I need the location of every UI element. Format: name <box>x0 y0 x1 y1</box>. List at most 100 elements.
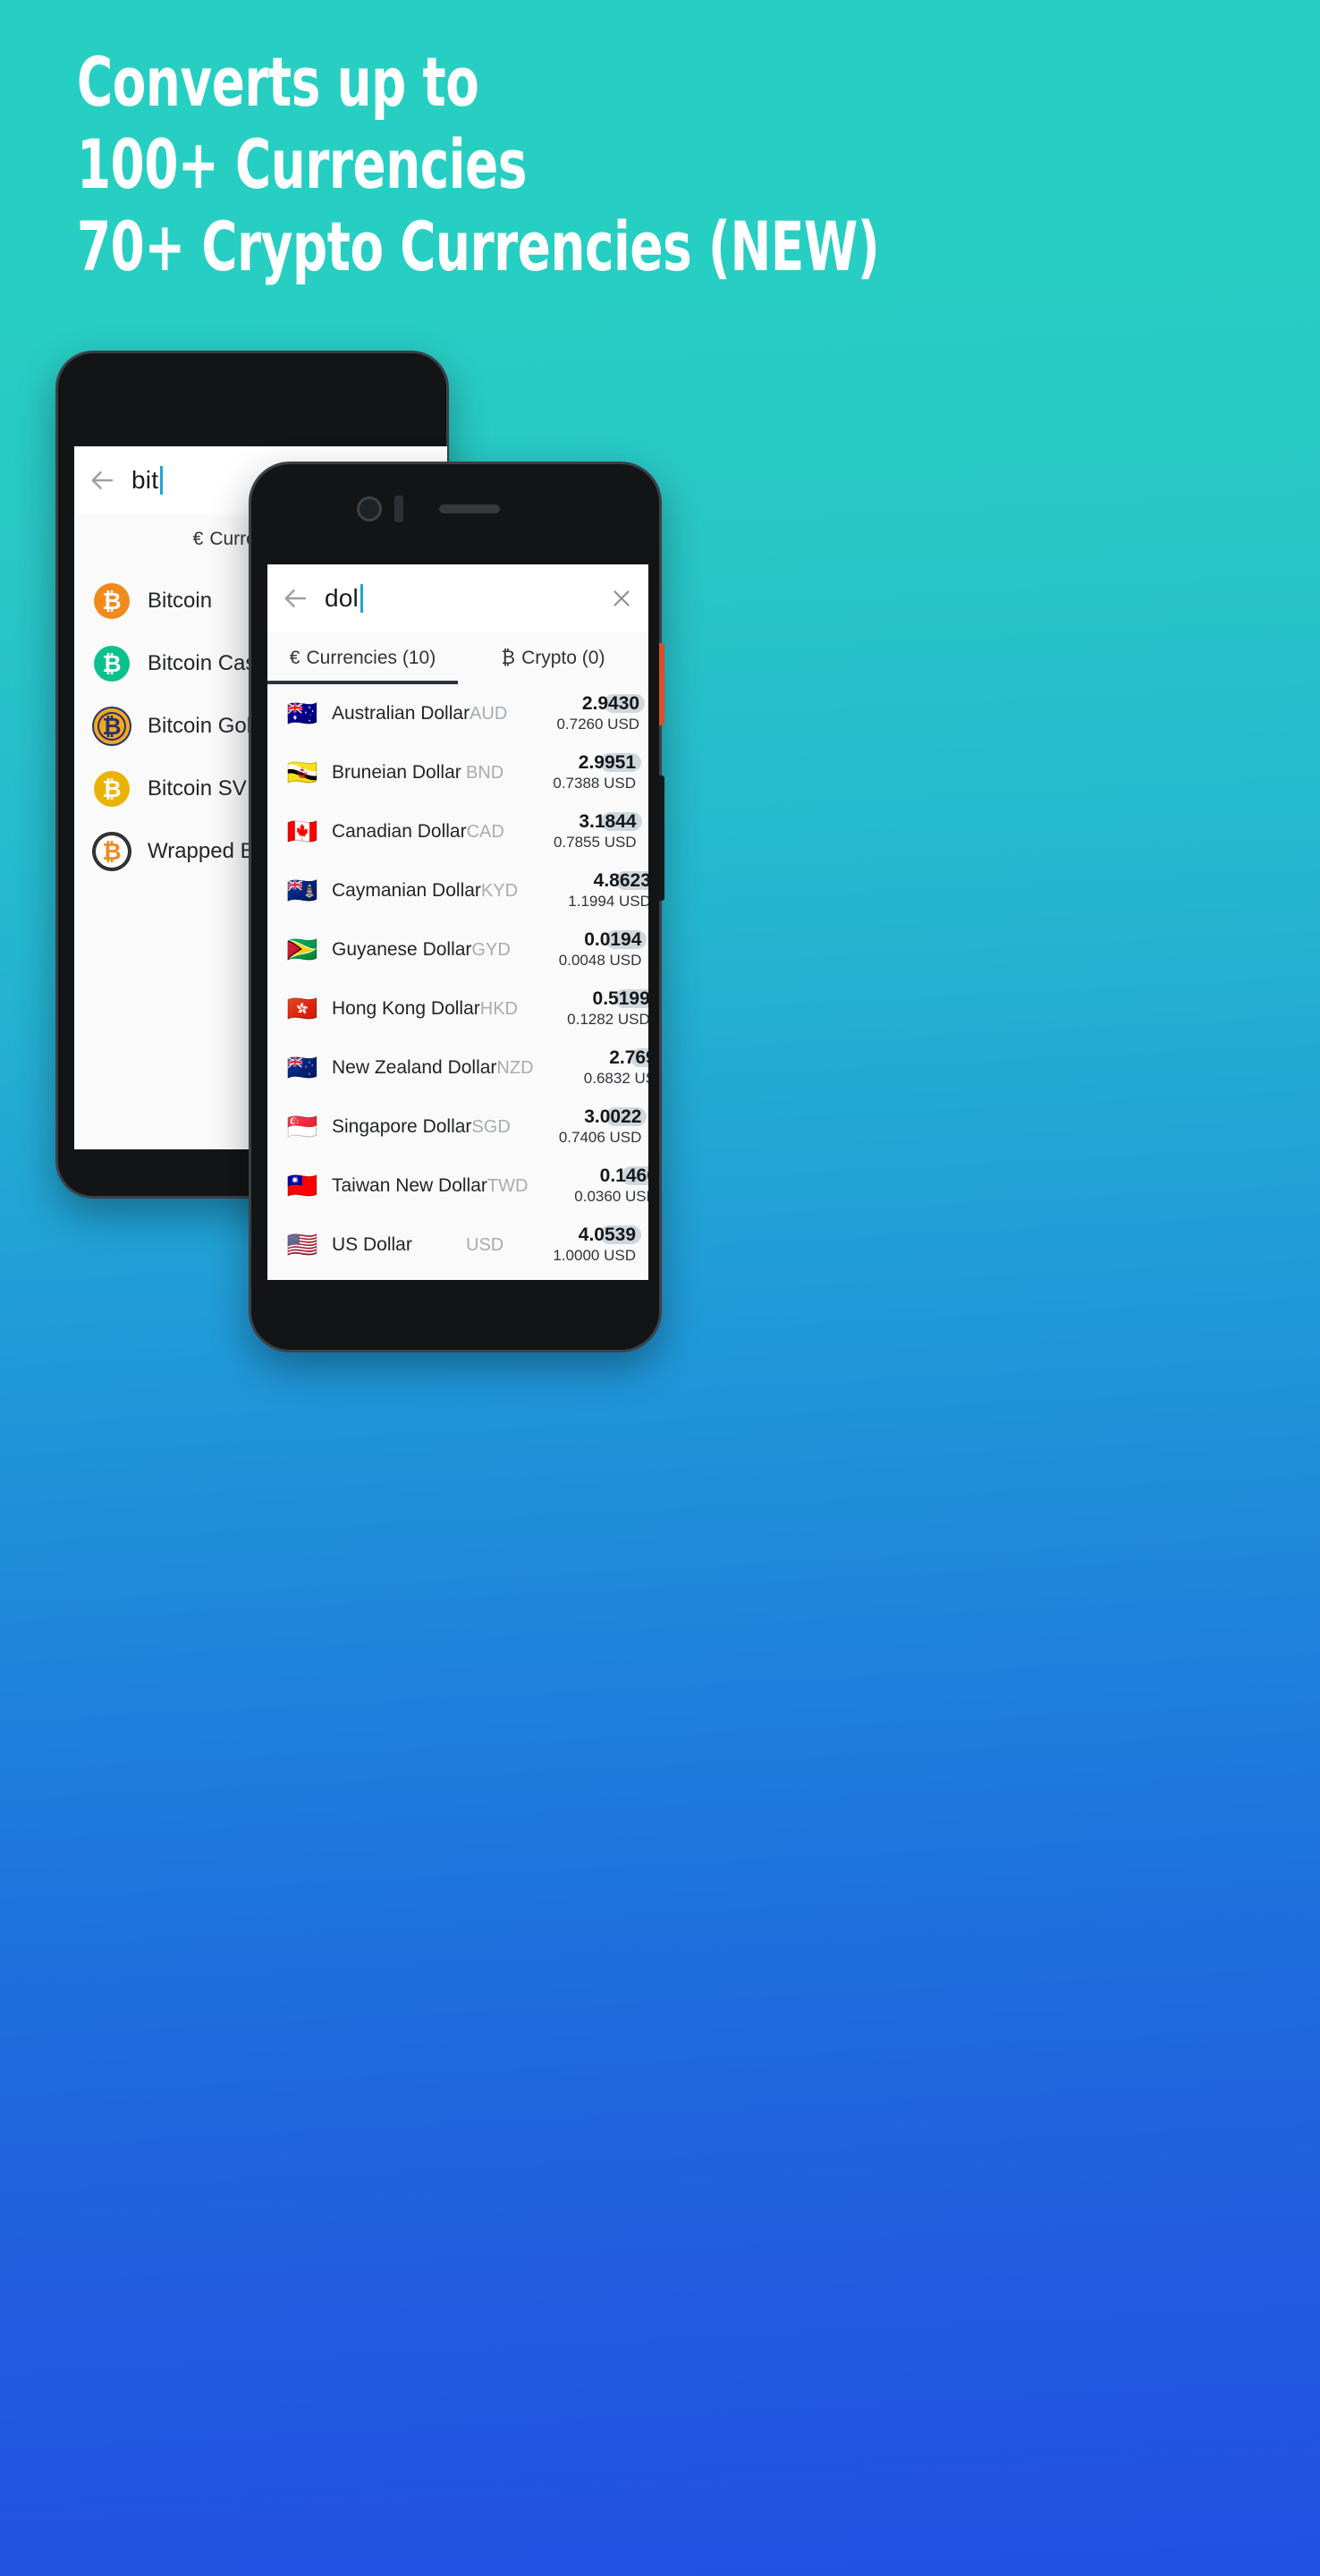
text-cursor <box>160 466 164 495</box>
currency-rate-group: 0.1460 0.0360 USD <box>557 1165 648 1207</box>
flag-icon: 🇭🇰 <box>286 994 318 1023</box>
rate-usd-value: 0.0048 USD <box>558 952 642 969</box>
flag-icon: 🇹🇼 <box>286 1171 318 1200</box>
currency-results-list: 🇦🇺 Australian Dollar AUD 2.9430 0.7260 USD 🇧🇳… <box>267 684 648 1275</box>
currency-name: Caymanian Dollar <box>332 880 481 901</box>
tab-currencies-label: Currencies (10) <box>306 648 436 668</box>
power-button[interactable] <box>659 775 664 901</box>
headline: Converts up to 100+ Currencies 70+ Crypt… <box>77 43 1007 290</box>
headline-line-1: Converts up to <box>77 42 479 122</box>
tab-currencies[interactable]: € Currencies (10) <box>267 632 458 684</box>
rate-usd-value: 0.1282 USD <box>567 1011 648 1028</box>
rate-usd-value: 0.7406 USD <box>558 1129 642 1146</box>
table-row[interactable]: 🇦🇺 Australian Dollar AUD 2.9430 0.7260 USD <box>267 684 648 743</box>
euro-icon: € <box>192 529 204 549</box>
table-row[interactable]: 🇰🇾 Caymanian Dollar KYD 4.8623 1.1994 USD <box>267 861 648 920</box>
currency-rate-group: 0.0194 0.0048 USD <box>541 929 647 970</box>
tab-crypto[interactable]: ₿ Crypto (0) <box>458 632 648 684</box>
currency-name: Taiwan New Dollar <box>332 1175 487 1196</box>
rate-value: 0.5199 <box>592 988 648 1009</box>
phone-front: dol € Currencies (10) ₿ Crypto (0) 🇦🇺 Aus… <box>249 462 664 1352</box>
front-phone-screen: dol € Currencies (10) ₿ Crypto (0) 🇦🇺 Aus… <box>267 564 648 1280</box>
back-search-input[interactable]: bit <box>131 466 164 495</box>
flag-icon: 🇰🇾 <box>286 876 318 905</box>
crypto-name: Bitcoin SV <box>148 776 247 801</box>
rate-value: 0.1460 <box>599 1165 648 1186</box>
rate-value: 3.0022 <box>584 1106 642 1127</box>
table-row[interactable]: 🇬🇾 Guyanese Dollar GYD 0.0194 0.0048 USD <box>267 920 648 979</box>
earpiece-speaker <box>439 504 500 513</box>
rate-value: 4.0539 <box>578 1224 636 1245</box>
currency-name: Canadian Dollar <box>332 821 467 842</box>
currency-rate-group: 2.9951 0.7388 USD <box>536 752 641 793</box>
table-row[interactable]: 🇸🇬 Singapore Dollar SGD 3.0022 0.7406 USD <box>267 1097 648 1157</box>
currency-name: New Zealand Dollar <box>332 1057 497 1078</box>
rate-usd-value: 1.0000 USD <box>553 1247 636 1264</box>
coin-icon: ₿ <box>94 708 130 744</box>
rate-usd-value: 1.1994 USD <box>568 893 648 910</box>
rate-usd-value: 0.7388 USD <box>553 775 636 792</box>
flag-icon: 🇬🇾 <box>286 935 318 964</box>
coin-icon: ₿ <box>94 583 130 619</box>
front-search-input[interactable]: dol <box>325 584 363 613</box>
rate-usd-value: 0.7855 USD <box>553 834 637 851</box>
volume-button[interactable] <box>659 643 664 725</box>
bitcoin-icon: ₿ <box>501 648 516 668</box>
crypto-name: Bitcoin <box>148 589 213 613</box>
table-row[interactable]: 🇳🇿 New Zealand DollarNZD 2.7696 0.6832 USD <box>267 1038 648 1097</box>
table-row[interactable]: 🇹🇼 Taiwan New DollarTWD 0.1460 0.0360 USD <box>267 1157 648 1216</box>
table-row[interactable]: 🇺🇸 US Dollar USD 4.0539 1.0000 USD <box>267 1216 648 1275</box>
front-tab-bar[interactable]: € Currencies (10) ₿ Crypto (0) <box>267 632 648 684</box>
currency-name: Australian Dollar <box>332 703 470 724</box>
currency-name: Hong Kong Dollar <box>332 998 480 1019</box>
currency-rate-group: 4.0539 1.0000 USD <box>536 1224 641 1266</box>
coin-icon: ₿ <box>94 771 130 807</box>
rate-value: 0.0194 <box>584 929 642 950</box>
flag-icon: 🇦🇺 <box>286 699 318 728</box>
currency-rate-group: 3.1844 0.7855 USD <box>537 811 642 852</box>
arrow-left-icon[interactable] <box>74 467 131 494</box>
sensor-icon <box>394 496 403 522</box>
currency-rate-group: 0.5199 0.1282 USD <box>550 988 648 1030</box>
currency-code: AUD <box>470 703 508 724</box>
close-icon[interactable] <box>595 587 648 610</box>
coin-icon: ₿ <box>94 646 130 682</box>
rate-usd-value: 0.6832 USD <box>583 1070 648 1087</box>
rate-value: 4.8623 <box>593 870 648 891</box>
coin-icon: ₿ <box>94 834 130 869</box>
currency-rate-group: 2.7696 0.6832 USD <box>566 1047 648 1089</box>
currency-rate-group: 4.8623 1.1994 USD <box>551 870 648 911</box>
table-row[interactable]: 🇧🇳 Bruneian Dollar BND 2.9951 0.7388 USD <box>267 743 648 802</box>
flag-icon: 🇺🇸 <box>286 1230 318 1259</box>
currency-code: CAD <box>466 821 504 842</box>
currency-rate-group: 3.0022 0.7406 USD <box>541 1106 647 1148</box>
currency-code: HKD <box>479 998 518 1019</box>
front-search-bar[interactable]: dol <box>267 564 648 632</box>
headline-line-3: 70+ Crypto Currencies (NEW) <box>77 207 880 286</box>
back-search-value: bit <box>131 466 159 494</box>
currency-name: Guyanese Dollar <box>332 939 472 960</box>
table-row[interactable]: 🇭🇰 Hong Kong Dollar HKD 0.5199 0.1282 USD <box>267 979 648 1038</box>
rate-usd-value: 0.7260 USD <box>556 716 640 733</box>
rate-usd-value: 0.0360 USD <box>574 1188 648 1205</box>
currency-code: SGD <box>471 1116 511 1137</box>
table-row[interactable]: 🇨🇦 Canadian Dollar CAD 3.1844 0.7855 USD <box>267 802 648 861</box>
flag-icon: 🇳🇿 <box>286 1053 318 1082</box>
currency-code: USD <box>466 1234 504 1255</box>
rate-value: 2.7696 <box>609 1047 648 1068</box>
rate-value: 3.1844 <box>579 811 637 832</box>
headline-line-2: 100+ Currencies <box>77 124 527 204</box>
euro-icon: € <box>289 648 300 668</box>
currency-code: NZD <box>496 1057 534 1078</box>
rate-value: 2.9951 <box>578 752 636 773</box>
currency-name: Bruneian Dollar <box>332 762 461 783</box>
currency-code: KYD <box>480 880 519 901</box>
rate-value: 2.9430 <box>581 693 640 714</box>
currency-code: GYD <box>471 939 511 960</box>
currency-rate-group: 2.9430 0.7260 USD <box>539 693 646 734</box>
tab-indicator <box>267 681 458 684</box>
currency-code: TWD <box>487 1175 529 1196</box>
front-search-value: dol <box>325 584 359 612</box>
text-cursor <box>360 584 363 613</box>
arrow-left-icon[interactable] <box>267 585 325 612</box>
